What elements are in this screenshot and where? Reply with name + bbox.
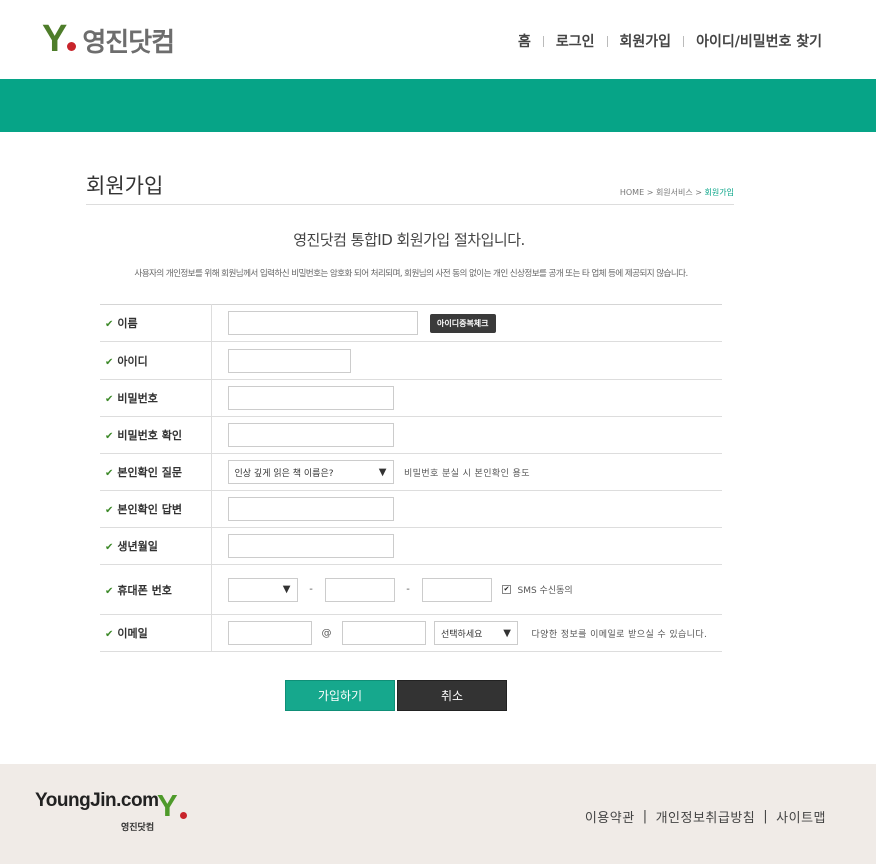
join-button[interactable]: 가입하기: [285, 680, 395, 711]
dropdown-arrow-icon: ▼: [378, 466, 387, 478]
footer-logo-dot-icon: [180, 812, 187, 819]
phone-middle-input[interactable]: [324, 577, 395, 602]
form-row-id: ✔ 아이디: [100, 341, 722, 380]
footer-link-sitemap[interactable]: 사이트맵: [776, 807, 826, 826]
nav-divider: [542, 35, 544, 47]
form-row-answer: ✔ 본인확인 답변: [100, 490, 722, 528]
password-input[interactable]: [227, 386, 394, 410]
nav-divider: [606, 35, 608, 47]
answer-label-text: 본인확인 답변: [117, 503, 182, 516]
security-question-value: 인상 깊게 읽은 책 이름은?: [234, 468, 334, 479]
logo-dot-icon: [67, 42, 77, 51]
form-row-phone: ✔ 휴대폰 번호 ▼ - - ✔ SMS 수신동의: [100, 564, 722, 615]
breadcrumb-sep: >: [695, 188, 702, 197]
id-duplicate-check-button[interactable]: 아이디중복체크: [430, 313, 496, 333]
phone-label-text: 휴대폰 번호: [117, 583, 172, 597]
footer-divider: |: [763, 809, 769, 824]
email-domain-input[interactable]: [341, 621, 426, 645]
dropdown-arrow-icon: ▼: [282, 584, 291, 595]
footer-logo-letter: Y: [157, 788, 178, 823]
cancel-button[interactable]: 취소: [397, 680, 507, 711]
id-input[interactable]: [227, 348, 351, 373]
footer-nav: 이용약관 | 개인정보취급방침 | 사이트맵: [585, 807, 826, 826]
email-hint: 다양한 정보를 이메일로 받으실 수 있습니다.: [531, 629, 708, 640]
email-label-text: 이메일: [117, 627, 148, 640]
nav-login[interactable]: 로그인: [556, 31, 595, 51]
check-icon: ✔: [105, 542, 114, 553]
breadcrumb-member-service[interactable]: 회원서비스: [656, 188, 693, 197]
green-banner: [0, 79, 876, 132]
password-confirm-label-text: 비밀번호 확인: [117, 429, 182, 442]
name-label: ✔ 이름: [100, 304, 212, 342]
signup-headline: 영진닷컴 통합ID 회원가입 절차입니다.: [293, 231, 525, 249]
birthdate-input[interactable]: [227, 534, 394, 558]
nav-signup[interactable]: 회원가입: [620, 31, 672, 51]
sms-consent-label: SMS 수신동의: [517, 586, 573, 596]
breadcrumb-sep: >: [646, 188, 654, 197]
form-row-password-confirm: ✔ 비밀번호 확인: [100, 416, 722, 454]
email-id-input[interactable]: [227, 621, 312, 645]
security-question-select[interactable]: 인상 깊게 읽은 책 이름은? ▼: [227, 460, 394, 484]
top-nav: 홈 로그인 회원가입 아이디/비밀번호 찾기: [518, 31, 822, 51]
email-at-sign: @: [321, 627, 332, 639]
phone-prefix-select[interactable]: ▼: [227, 577, 298, 602]
form-row-password: ✔ 비밀번호: [100, 379, 722, 417]
footer-link-terms[interactable]: 이용약관: [585, 807, 635, 826]
birth-label-text: 생년월일: [117, 540, 158, 553]
footer-logo-subtext: 영진닷컴: [121, 823, 155, 833]
privacy-notice: 사용자의 개인정보를 위해 회원님께서 입력하신 비밀번호는 암호화 되어 처리…: [134, 269, 688, 279]
footer-logo-text: YoungJin.com: [35, 790, 159, 811]
logo-letter: Y: [42, 18, 67, 60]
check-icon: ✔: [105, 394, 114, 405]
footer-divider: |: [642, 809, 648, 824]
question-label-text: 본인확인 질문: [117, 466, 182, 479]
name-label-text: 이름: [117, 317, 138, 330]
site-footer: YoungJin.com Y 영진닷컴 이용약관 | 개인정보취급방침 | 사이…: [0, 764, 876, 864]
logo-text: 영진닷컴: [82, 28, 175, 58]
form-row-email: ✔ 이메일 @ 선택하세요 ▼ 다양한 정보를 이메일로 받으실 수 있습니다.: [100, 614, 722, 652]
check-icon: ✔: [105, 505, 114, 516]
check-icon: ✔: [105, 319, 114, 330]
password-confirm-input[interactable]: [227, 423, 394, 447]
page-title: 회원가입: [86, 174, 164, 198]
nav-find-account[interactable]: 아이디/비밀번호 찾기: [696, 31, 822, 51]
check-icon: ✔: [105, 356, 114, 368]
title-divider: [86, 204, 734, 205]
footer-logo[interactable]: YoungJin.com Y 영진닷컴: [35, 788, 187, 833]
sms-consent-checkbox[interactable]: ✔: [502, 585, 511, 594]
nav-divider: [683, 35, 685, 47]
site-header: Y 영진닷컴 홈 로그인 회원가입 아이디/비밀번호 찾기: [0, 0, 876, 79]
phone-dash: -: [309, 584, 313, 595]
dropdown-arrow-icon: ▼: [503, 627, 511, 639]
breadcrumb-home[interactable]: HOME: [620, 188, 644, 197]
password-label-text: 비밀번호: [117, 392, 158, 405]
breadcrumb-current: 회원가입: [704, 188, 734, 197]
check-icon: ✔: [105, 431, 114, 442]
nav-home[interactable]: 홈: [518, 31, 531, 51]
check-icon: ✔: [105, 629, 114, 640]
security-question-hint: 비밀번호 분실 시 본인확인 용도: [404, 468, 530, 479]
form-row-birth: ✔ 생년월일: [100, 527, 722, 565]
id-label-text: 아이디: [117, 354, 148, 368]
site-logo[interactable]: Y 영진닷컴: [42, 18, 175, 60]
signup-form: ✔ 이름 아이디중복체크 ✔ 아이디 ✔ 비밀번호 ✔ 비밀번호 확인 ✔ 본인확인 질문…: [100, 304, 722, 652]
form-row-name: ✔ 이름 아이디중복체크: [100, 304, 722, 342]
phone-last-input[interactable]: [421, 577, 492, 602]
check-icon: ✔: [105, 585, 114, 597]
check-icon: ✔: [105, 468, 114, 479]
security-answer-input[interactable]: [227, 497, 394, 521]
email-domain-select-value: 선택하세요: [441, 629, 483, 640]
phone-dash: -: [406, 584, 410, 595]
form-row-question: ✔ 본인확인 질문 인상 깊게 읽은 책 이름은? ▼ 비밀번호 분실 시 본인확…: [100, 453, 722, 491]
footer-link-privacy[interactable]: 개인정보취급방침: [656, 807, 756, 826]
name-input[interactable]: [227, 311, 418, 335]
breadcrumb: HOME > 회원서비스 > 회원가입: [620, 187, 734, 198]
email-domain-select[interactable]: 선택하세요 ▼: [434, 621, 518, 645]
